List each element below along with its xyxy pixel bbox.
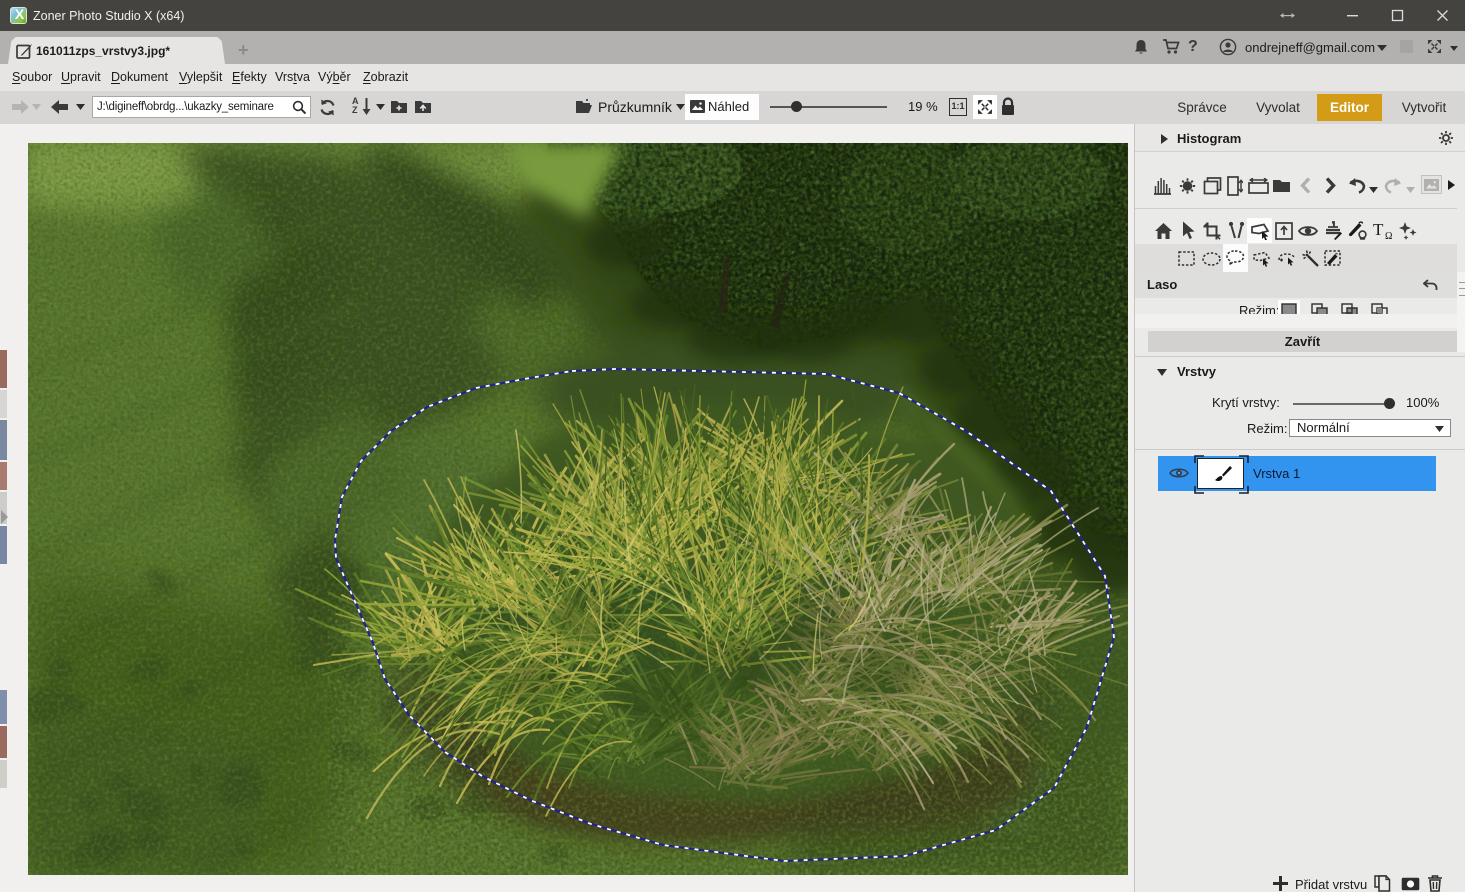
svg-text:T: T <box>1373 221 1384 239</box>
svg-text:Ω: Ω <box>1385 231 1392 240</box>
